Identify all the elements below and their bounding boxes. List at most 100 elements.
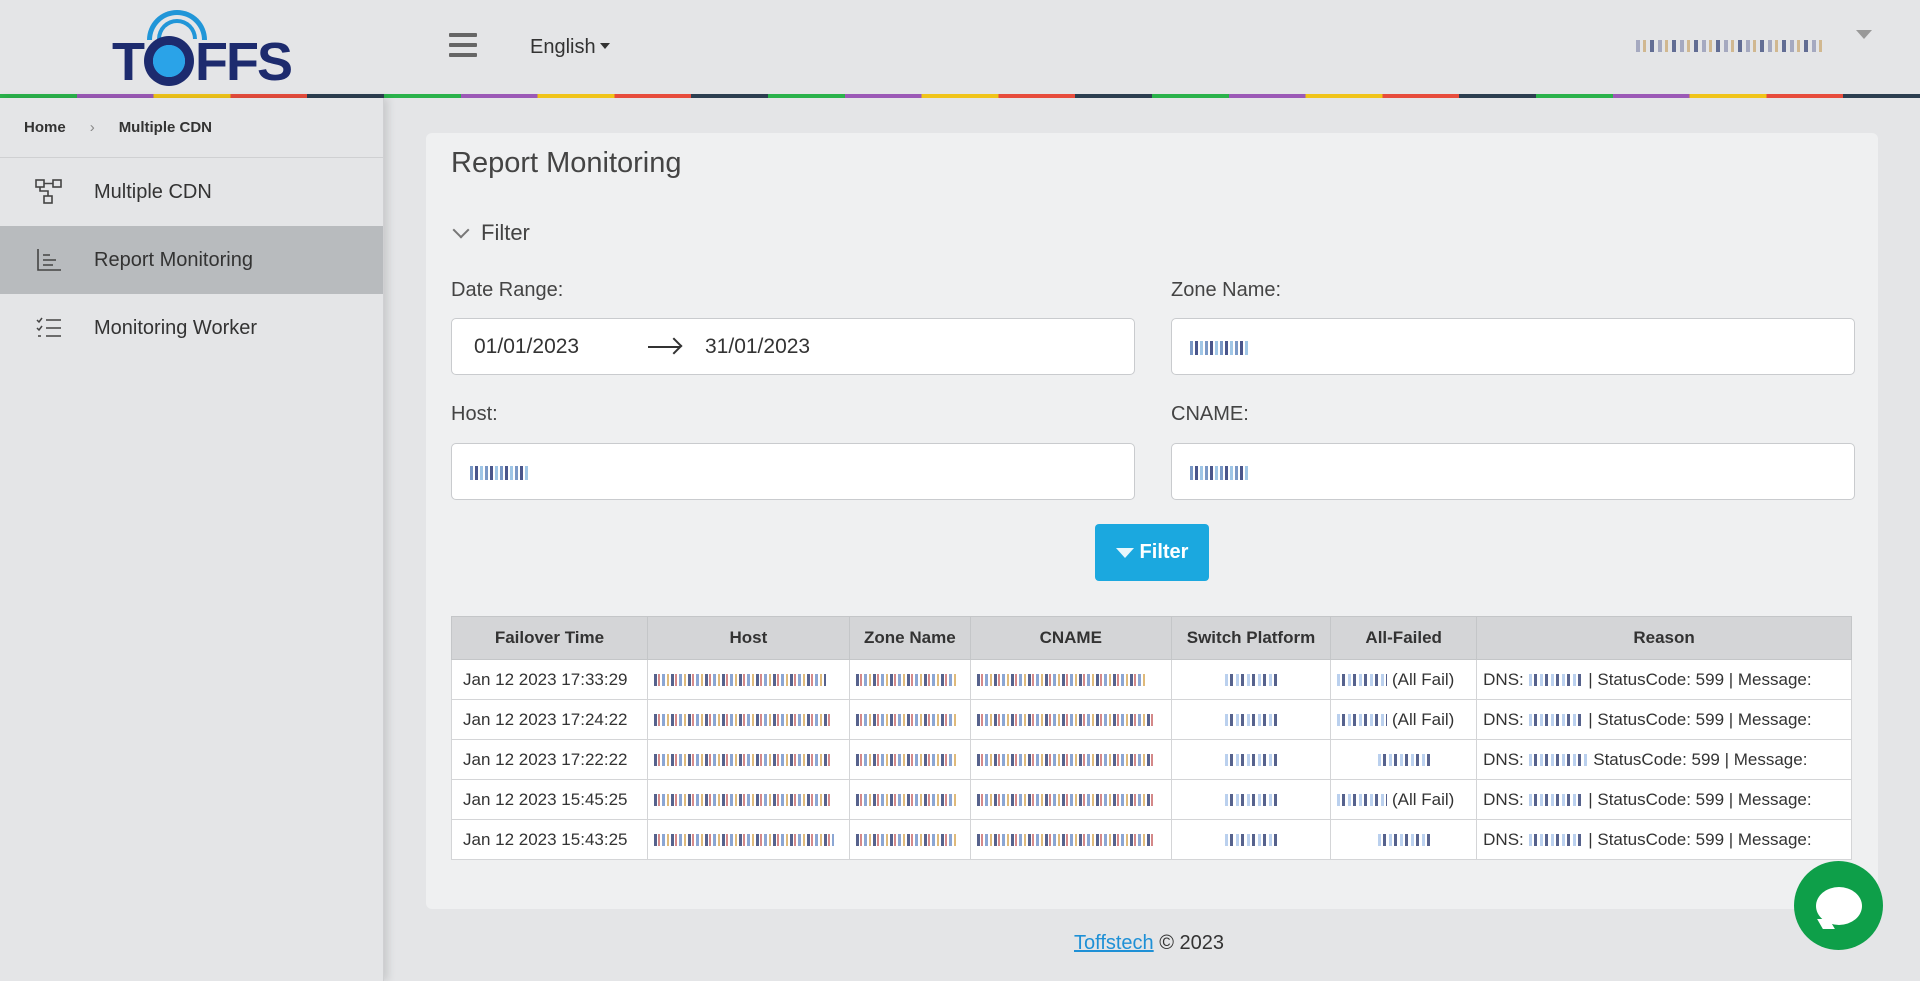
date-range-label: Date Range:: [451, 279, 564, 301]
failover-report-table: Failover Time Host Zone Name CNAME Switc…: [451, 616, 1852, 860]
date-to-value[interactable]: 31/01/2023: [705, 335, 810, 359]
cell-zone-redacted: [848, 739, 971, 780]
cell-zone-redacted: [848, 659, 971, 700]
cell-failover-time: Jan 12 2023 17:33:29: [451, 659, 648, 700]
breadcrumb-separator-icon: ›: [89, 119, 95, 136]
sidebar-item-label: Multiple CDN: [94, 180, 212, 203]
cell-switch-platform-redacted: [1170, 699, 1332, 740]
chevron-down-icon: [452, 221, 470, 239]
hamburger-menu-icon[interactable]: [449, 33, 477, 61]
arrow-right-icon: [648, 346, 680, 348]
language-dropdown[interactable]: English: [530, 36, 610, 59]
user-name-redacted[interactable]: [1636, 40, 1826, 52]
cname-value-redacted: [1190, 466, 1248, 480]
zone-name-value-redacted: [1190, 341, 1248, 355]
cell-zone-redacted: [848, 819, 971, 860]
column-header-zone-name[interactable]: Zone Name: [848, 616, 971, 660]
cell-host-redacted: [646, 699, 850, 740]
all-failed-text: (All Fail): [1391, 789, 1455, 809]
breadcrumb-home[interactable]: Home: [24, 119, 66, 136]
cell-all-failed: (All Fail): [1330, 779, 1478, 820]
cell-cname-redacted: [969, 659, 1172, 700]
cell-all-failed: (All Fail): [1330, 699, 1478, 740]
table-row[interactable]: Jan 12 2023 15:43:25 DNS: | StatusCode: …: [451, 819, 1852, 860]
sidebar-item-report-monitoring[interactable]: Report Monitoring: [0, 226, 383, 294]
chat-bubble-icon: [1815, 886, 1862, 925]
cell-cname-redacted: [969, 739, 1172, 780]
filter-toggle-label: Filter: [481, 220, 530, 245]
date-from-value[interactable]: 01/01/2023: [474, 335, 579, 359]
host-value-redacted: [470, 466, 528, 480]
all-failed-text: (All Fail): [1391, 669, 1455, 689]
cell-cname-redacted: [969, 699, 1172, 740]
sidebar-item-multiple-cdn[interactable]: Multiple CDN: [0, 158, 383, 226]
zone-name-label: Zone Name:: [1171, 279, 1282, 301]
cell-host-redacted: [646, 819, 850, 860]
table-header-row: Failover Time Host Zone Name CNAME Switc…: [451, 616, 1852, 660]
cell-failover-time: Jan 12 2023 15:45:25: [451, 779, 648, 820]
filter-button[interactable]: Filter: [1095, 524, 1209, 581]
column-header-cname[interactable]: CNAME: [969, 616, 1172, 660]
column-header-reason[interactable]: Reason: [1476, 616, 1852, 660]
cell-zone-redacted: [848, 779, 971, 820]
table-row[interactable]: Jan 12 2023 17:33:29 (All Fail) DNS: | S…: [451, 659, 1852, 700]
cell-host-redacted: [646, 739, 850, 780]
host-label: Host:: [451, 403, 498, 425]
cell-failover-time: Jan 12 2023 17:24:22: [451, 699, 648, 740]
filter-collapse-toggle[interactable]: Filter: [451, 220, 530, 246]
reason-prefix: DNS:: [1483, 749, 1524, 769]
reason-suffix: | StatusCode: 599 | Message:: [1588, 709, 1812, 729]
cell-failover-time: Jan 12 2023 17:22:22: [451, 739, 648, 780]
cname-label: CNAME:: [1171, 403, 1249, 425]
cell-reason: DNS: | StatusCode: 599 | Message:: [1476, 699, 1852, 740]
page-title: Report Monitoring: [451, 147, 682, 179]
cell-cname-redacted: [969, 779, 1172, 820]
cell-switch-platform-redacted: [1170, 659, 1332, 700]
table-row[interactable]: Jan 12 2023 15:45:25 (All Fail) DNS: | S…: [451, 779, 1852, 820]
user-menu-caret-icon[interactable]: [1856, 30, 1872, 39]
funnel-icon: [1115, 547, 1134, 558]
chat-widget-button[interactable]: [1794, 861, 1883, 950]
table-row[interactable]: Jan 12 2023 17:22:22 DNS: StatusCode: 59…: [451, 739, 1852, 780]
reason-suffix: | StatusCode: 599 | Message:: [1588, 829, 1812, 849]
checklist-icon: [34, 313, 64, 343]
table-row[interactable]: Jan 12 2023 17:24:22 (All Fail) DNS: | S…: [451, 699, 1852, 740]
zone-name-input[interactable]: [1171, 318, 1855, 375]
sidebar-item-label: Monitoring Worker: [94, 316, 258, 339]
column-header-all-failed[interactable]: All-Failed: [1330, 616, 1478, 660]
cell-host-redacted: [646, 779, 850, 820]
cell-all-failed: (All Fail): [1330, 659, 1478, 700]
top-header: T FFS English: [0, 0, 1920, 96]
cell-zone-redacted: [848, 699, 971, 740]
bar-chart-icon: [34, 245, 64, 275]
cname-input[interactable]: [1171, 443, 1855, 500]
column-header-host[interactable]: Host: [646, 616, 850, 660]
toffs-logo[interactable]: T FFS: [110, 10, 293, 92]
cell-all-failed: [1330, 819, 1478, 860]
date-range-picker[interactable]: 01/01/2023 31/01/2023: [451, 318, 1135, 375]
copyright-text: © 2023: [1159, 932, 1225, 954]
cell-reason: DNS: | StatusCode: 599 | Message:: [1476, 659, 1852, 700]
breadcrumb-current: Multiple CDN: [118, 119, 213, 136]
cell-failover-time: Jan 12 2023 15:43:25: [451, 819, 648, 860]
sidebar-item-label: Report Monitoring: [94, 248, 253, 271]
cell-cname-redacted: [969, 819, 1172, 860]
host-input[interactable]: [451, 443, 1135, 500]
cell-reason: DNS: | StatusCode: 599 | Message:: [1476, 779, 1852, 820]
cell-switch-platform-redacted: [1170, 739, 1332, 780]
cell-switch-platform-redacted: [1170, 779, 1332, 820]
page-footer: Toffstech © 2023: [1074, 932, 1224, 955]
column-header-switch-platform[interactable]: Switch Platform: [1170, 616, 1332, 660]
toffstech-link[interactable]: Toffstech: [1074, 932, 1154, 954]
reason-suffix: StatusCode: 599 | Message:: [1593, 749, 1808, 769]
network-icon: [34, 177, 64, 207]
reason-suffix: | StatusCode: 599 | Message:: [1588, 789, 1812, 809]
sidebar-item-monitoring-worker[interactable]: Monitoring Worker: [0, 294, 383, 362]
column-header-failover-time[interactable]: Failover Time: [451, 616, 648, 660]
cell-host-redacted: [646, 659, 850, 700]
cell-switch-platform-redacted: [1170, 819, 1332, 860]
reason-prefix: DNS:: [1483, 789, 1524, 809]
report-monitoring-card: Report Monitoring Filter Date Range: 01/…: [426, 133, 1878, 909]
sidebar: Home › Multiple CDN Multiple CDN Report …: [0, 98, 384, 981]
cell-all-failed: [1330, 739, 1478, 780]
